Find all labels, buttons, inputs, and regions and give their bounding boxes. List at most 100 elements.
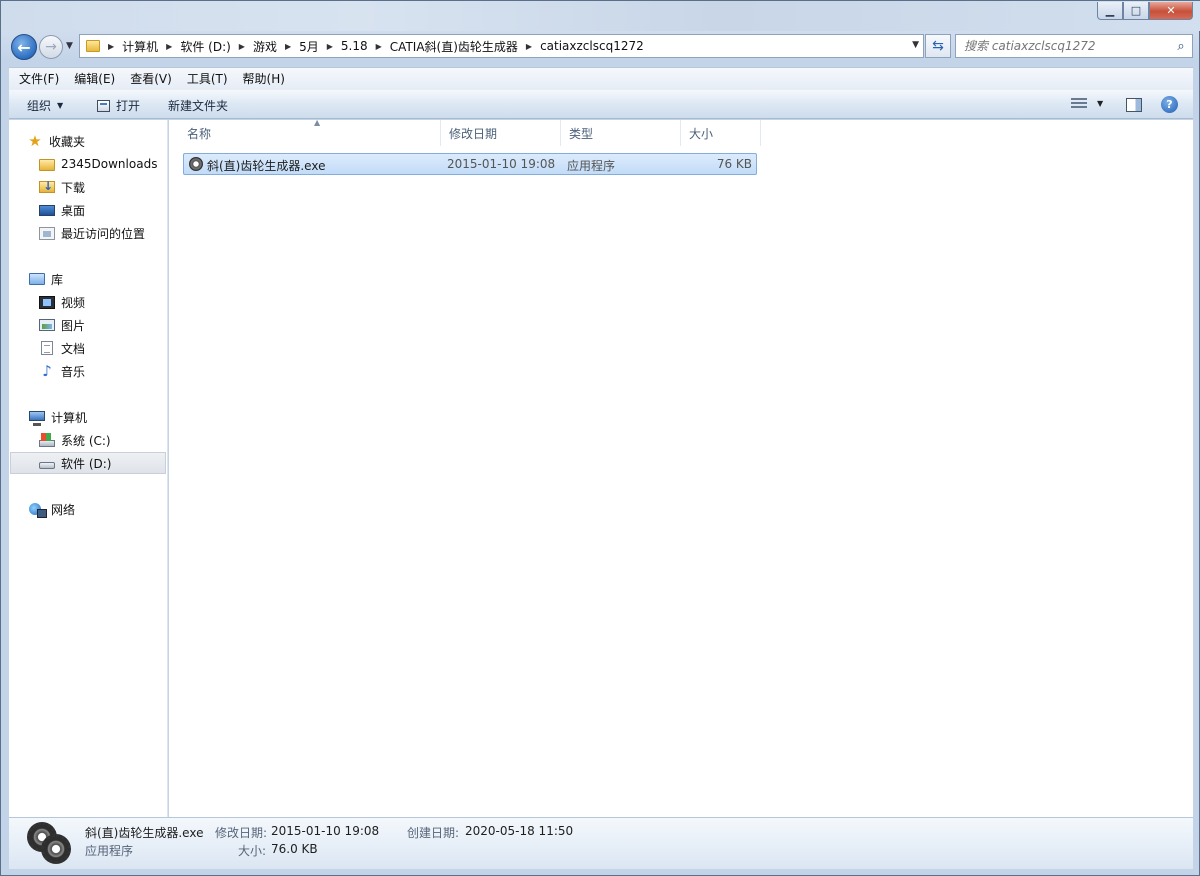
- sidebar-label: 音乐: [61, 364, 86, 379]
- table-row[interactable]: 斜(直)齿轮生成器.exe 2015-01-10 19:08 应用程序 76 K…: [183, 153, 757, 175]
- navigation-bar: ← → ▼ ▶ 计算机 ▶ 软件 (D:) ▶ 游戏 ▶ 5月 ▶ 5.18 ▶…: [9, 33, 1193, 61]
- close-button[interactable]: ✕: [1149, 2, 1193, 20]
- menu-file[interactable]: 文件(F): [14, 70, 64, 87]
- sidebar-item-favorites[interactable]: ★ 收藏夹: [27, 130, 166, 152]
- breadcrumb-separator-icon[interactable]: ▶: [327, 42, 333, 51]
- drive-icon: [39, 461, 55, 469]
- command-bar: 组织 ▼ 打开 新建文件夹 ▼ ?: [9, 89, 1193, 119]
- folder-icon: [86, 40, 100, 52]
- sidebar-item-recent-places[interactable]: 最近访问的位置: [39, 222, 166, 244]
- breadcrumb-current-folder[interactable]: catiaxzclscq1272: [540, 39, 644, 53]
- new-folder-label: 新建文件夹: [168, 99, 229, 113]
- sidebar-item-music[interactable]: ♪ 音乐: [39, 360, 166, 382]
- forward-button[interactable]: →: [39, 35, 63, 59]
- change-view-icon[interactable]: [1071, 98, 1087, 110]
- details-created-value: 2020-05-18 11:50: [465, 824, 574, 838]
- menu-edit[interactable]: 编辑(E): [69, 70, 120, 87]
- network-icon: [29, 503, 47, 518]
- picture-icon: [39, 319, 55, 331]
- breadcrumb-5-18[interactable]: 5.18: [341, 39, 368, 53]
- star-icon: ★: [28, 132, 42, 150]
- sidebar-label: 计算机: [51, 410, 88, 425]
- maximize-button[interactable]: □: [1123, 2, 1149, 20]
- breadcrumb-catia-folder[interactable]: CATIA斜(直)齿轮生成器: [390, 38, 518, 55]
- breadcrumb-separator-icon[interactable]: ▶: [239, 42, 245, 51]
- sidebar-label: 文档: [61, 341, 86, 356]
- address-dropdown-icon[interactable]: ▼: [912, 40, 919, 50]
- organize-button[interactable]: 组织 ▼: [27, 97, 63, 114]
- sidebar-item-computer[interactable]: 计算机: [29, 406, 166, 428]
- sidebar-label: 视频: [61, 295, 86, 310]
- details-size-label: 大小:: [238, 844, 267, 858]
- column-header-modified[interactable]: 修改日期: [441, 120, 561, 146]
- details-modified-label: 修改日期:: [215, 826, 268, 840]
- sidebar-item-drive-d[interactable]: 软件 (D:): [10, 452, 166, 474]
- breadcrumb-drive-d[interactable]: 软件 (D:): [180, 38, 230, 55]
- search-icon[interactable]: ⌕: [1170, 39, 1192, 54]
- computer-icon: [29, 411, 45, 426]
- menu-help[interactable]: 帮助(H): [238, 70, 290, 87]
- library-icon: [29, 273, 45, 285]
- column-header-type[interactable]: 类型: [561, 120, 681, 146]
- search-input[interactable]: [962, 38, 1170, 54]
- column-header-name[interactable]: 名称 ▲: [179, 118, 441, 146]
- breadcrumb-separator-icon[interactable]: ▶: [285, 42, 291, 51]
- breadcrumb-games[interactable]: 游戏: [253, 38, 277, 55]
- sort-ascending-icon: ▲: [314, 118, 321, 127]
- breadcrumb-separator-icon[interactable]: ▶: [166, 42, 172, 51]
- minimize-button[interactable]: ▁: [1097, 2, 1123, 20]
- help-icon[interactable]: ?: [1161, 96, 1178, 113]
- details-pane: 斜(直)齿轮生成器.exe 应用程序 修改日期: 2015-01-10 19:0…: [9, 817, 1193, 869]
- address-bar[interactable]: ▶ 计算机 ▶ 软件 (D:) ▶ 游戏 ▶ 5月 ▶ 5.18 ▶ CATIA…: [79, 34, 924, 58]
- column-label: 大小: [689, 126, 714, 141]
- file-modified: 2015-01-10 19:08: [447, 157, 556, 171]
- breadcrumb-separator-icon[interactable]: ▶: [376, 42, 382, 51]
- sidebar-item-documents[interactable]: 文档: [39, 337, 166, 359]
- sidebar-item-videos[interactable]: 视频: [39, 291, 166, 313]
- column-label: 修改日期: [449, 126, 498, 141]
- title-bar[interactable]: ▁ □ ✕: [1, 1, 1200, 31]
- details-created-label: 创建日期:: [407, 826, 460, 840]
- sidebar-item-libraries[interactable]: 库: [29, 268, 166, 290]
- breadcrumb-may[interactable]: 5月: [299, 38, 319, 55]
- file-name: 斜(直)齿轮生成器.exe: [207, 159, 326, 173]
- sidebar-label: 图片: [61, 318, 86, 333]
- sidebar-item-network[interactable]: 网络: [29, 498, 166, 520]
- explorer-window: ▁ □ ✕ ← → ▼ ▶ 计算机 ▶ 软件 (D:) ▶ 游戏 ▶ 5月 ▶ …: [0, 0, 1200, 876]
- desktop-icon: [39, 204, 55, 216]
- file-type: 应用程序: [567, 159, 616, 173]
- menu-bar: 文件(F) 编辑(E) 查看(V) 工具(T) 帮助(H): [9, 67, 1193, 89]
- sidebar-label: 2345Downloads: [61, 157, 158, 171]
- view-options-dropdown-icon[interactable]: ▼: [1097, 99, 1103, 108]
- new-folder-button[interactable]: 新建文件夹: [168, 97, 228, 114]
- gear-icon: [27, 822, 73, 866]
- sidebar-item-drive-c[interactable]: 系统 (C:): [39, 429, 166, 451]
- navigation-pane: ★ 收藏夹 2345Downloads 下载 桌面 最近访问的位置 库 视频: [9, 120, 168, 817]
- menu-view[interactable]: 查看(V): [125, 70, 177, 87]
- open-button[interactable]: 打开: [97, 97, 140, 114]
- column-header-size[interactable]: 大小: [681, 120, 761, 146]
- recent-places-icon: [39, 226, 55, 240]
- menu-tools[interactable]: 工具(T): [182, 70, 233, 87]
- sidebar-item-desktop[interactable]: 桌面: [39, 199, 166, 221]
- sidebar-item-2345downloads[interactable]: 2345Downloads: [39, 153, 166, 175]
- column-label: 类型: [569, 126, 594, 141]
- file-list: 名称 ▲ 修改日期 类型 大小 斜(直)齿轮生成器.exe 2015-01-10…: [169, 118, 1193, 817]
- breadcrumb-separator-icon[interactable]: ▶: [108, 42, 114, 51]
- open-icon: [97, 99, 110, 112]
- sidebar-label: 系统 (C:): [61, 433, 111, 448]
- sidebar-item-downloads[interactable]: 下载: [39, 176, 166, 198]
- breadcrumb-computer[interactable]: 计算机: [122, 38, 158, 55]
- gear-icon: [189, 157, 203, 171]
- open-label: 打开: [116, 99, 141, 113]
- refresh-button[interactable]: ⇆: [925, 34, 951, 58]
- sidebar-item-pictures[interactable]: 图片: [39, 314, 166, 336]
- preview-pane-icon[interactable]: [1126, 98, 1142, 112]
- recent-pages-dropdown-icon[interactable]: ▼: [66, 41, 73, 51]
- breadcrumb-separator-icon[interactable]: ▶: [526, 42, 532, 51]
- back-button[interactable]: ←: [11, 34, 37, 60]
- sidebar-label: 桌面: [61, 203, 86, 218]
- details-modified-value: 2015-01-10 19:08: [271, 824, 380, 838]
- search-box[interactable]: ⌕: [955, 34, 1193, 58]
- sidebar-label: 库: [51, 272, 64, 287]
